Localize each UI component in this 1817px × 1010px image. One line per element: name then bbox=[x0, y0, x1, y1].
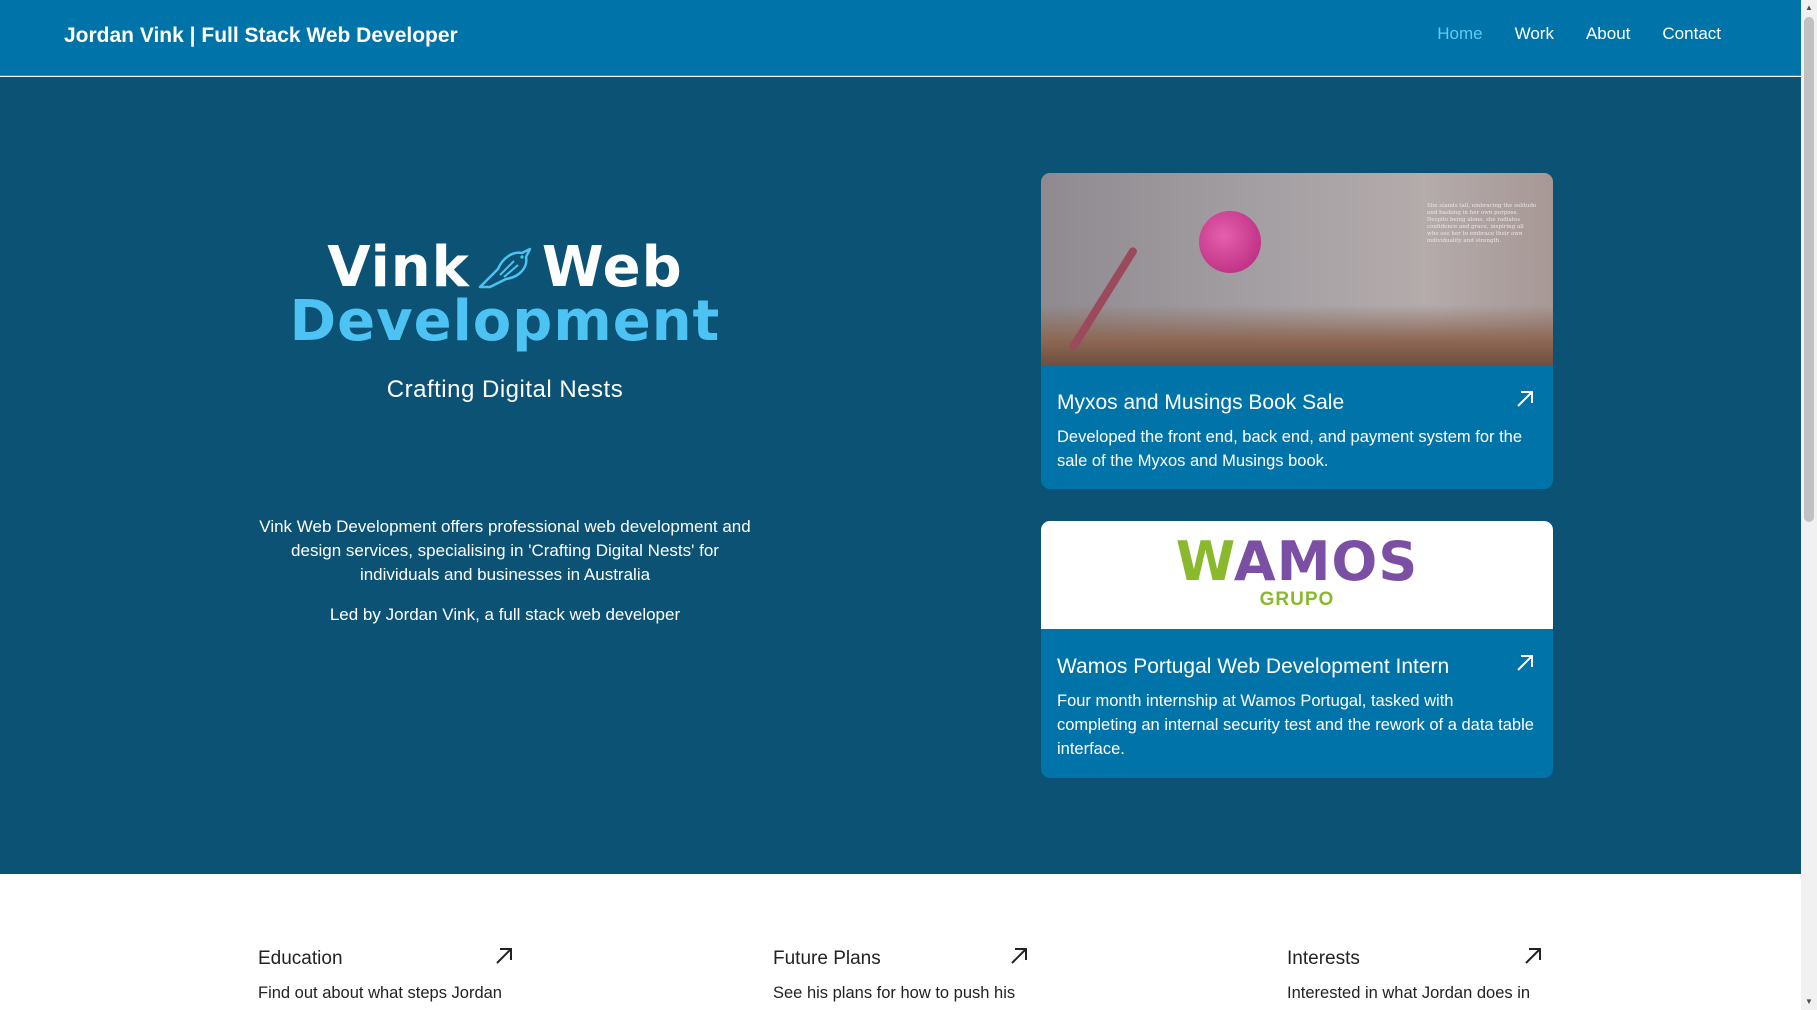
arrow-up-right-icon[interactable] bbox=[1515, 389, 1535, 409]
scroll-down-icon[interactable]: ▼ bbox=[1804, 996, 1814, 1008]
main-nav: Home Work About Contact bbox=[1437, 24, 1721, 44]
feature-description: Find out about what steps Jordan bbox=[258, 984, 502, 1002]
nav-about[interactable]: About bbox=[1586, 24, 1630, 44]
feature-future-plans[interactable]: Future Plans See his plans for how to pu… bbox=[773, 948, 1029, 1003]
card-description: Developed the front end, back end, and p… bbox=[1057, 428, 1523, 470]
feature-title: Interests bbox=[1287, 948, 1360, 969]
scroll-up-icon[interactable]: ▲ bbox=[1804, 2, 1814, 14]
project-card-wamos[interactable]: WAMOS GRUPO Wamos Portugal Web Developme… bbox=[1041, 521, 1553, 778]
arrow-up-right-icon[interactable] bbox=[1009, 946, 1029, 966]
site-header: Jordan Vink | Full Stack Web Developer H… bbox=[0, 0, 1801, 76]
led-by-text: Led by Jordan Vink, a full stack web dev… bbox=[329, 605, 681, 624]
feature-description: Interested in what Jordan does in bbox=[1287, 984, 1531, 1002]
nav-home[interactable]: Home bbox=[1437, 24, 1482, 44]
myxos-book-image: She stands tall, embracing the solitude … bbox=[1041, 173, 1553, 365]
page-scrollbar[interactable]: ▲ ▼ bbox=[1801, 0, 1817, 1010]
scrollbar-thumb[interactable] bbox=[1804, 17, 1814, 522]
hero-intro: Vink Web Development offers professional… bbox=[250, 515, 760, 643]
intro-paragraph: Vink Web Development offers professional… bbox=[259, 517, 751, 584]
project-card-myxos[interactable]: She stands tall, embracing the solitude … bbox=[1041, 173, 1553, 489]
wamos-logo: WAMOS GRUPO bbox=[1041, 521, 1553, 629]
feature-education[interactable]: Education Find out about what steps Jord… bbox=[258, 948, 514, 1003]
logo-word-vink: Vink bbox=[327, 235, 470, 300]
wamos-logo-w: W bbox=[1175, 530, 1234, 593]
arrow-up-right-icon[interactable] bbox=[494, 946, 514, 966]
arrow-up-right-icon[interactable] bbox=[1515, 653, 1535, 673]
feature-title: Future Plans bbox=[773, 948, 881, 969]
wamos-logo-sub: GRUPO bbox=[1259, 589, 1335, 610]
bird-icon bbox=[478, 247, 532, 289]
card-description: Four month internship at Wamos Portugal,… bbox=[1057, 692, 1534, 758]
logo-word-web: Web bbox=[541, 235, 683, 300]
arrow-up-right-icon[interactable] bbox=[1523, 946, 1543, 966]
company-logo: Vink Web Development Crafting Digital Ne… bbox=[250, 240, 760, 404]
wamos-logo-text: AMOS bbox=[1233, 530, 1419, 593]
card-title: Wamos Portugal Web Development Intern bbox=[1057, 655, 1450, 678]
hero-tagline: Crafting Digital Nests bbox=[386, 376, 624, 403]
site-brand[interactable]: Jordan Vink | Full Stack Web Developer bbox=[64, 24, 458, 48]
features-section: Education Find out about what steps Jord… bbox=[0, 874, 1801, 1010]
feature-description: See his plans for how to push his bbox=[773, 984, 1016, 1002]
card-title: Myxos and Musings Book Sale bbox=[1057, 391, 1345, 414]
nav-contact[interactable]: Contact bbox=[1662, 24, 1721, 44]
feature-title: Education bbox=[258, 948, 343, 969]
logo-word-development: Development bbox=[289, 289, 721, 354]
nav-work[interactable]: Work bbox=[1515, 24, 1554, 44]
feature-interests[interactable]: Interests Interested in what Jordan does… bbox=[1287, 948, 1543, 1003]
